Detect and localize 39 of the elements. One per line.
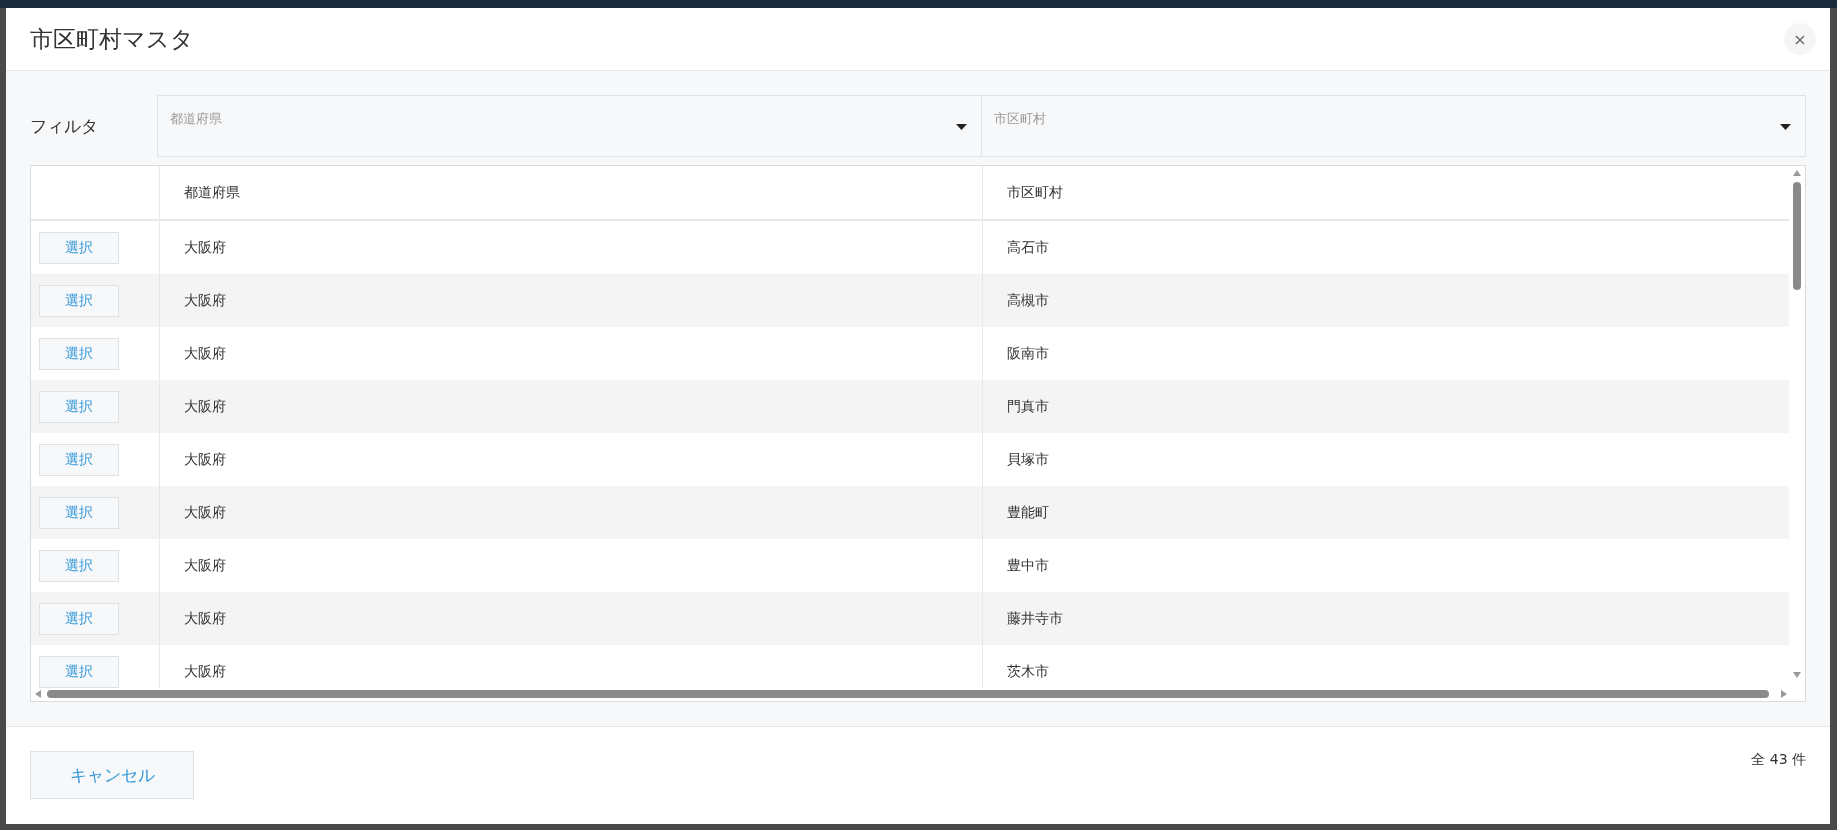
table-cell: 阪南市 bbox=[1007, 344, 1049, 363]
table-cell: 豊中市 bbox=[1007, 556, 1049, 575]
select-button[interactable]: 選択 bbox=[39, 496, 119, 529]
table-cell: 大阪府 bbox=[184, 450, 226, 469]
select-button[interactable]: 選択 bbox=[39, 602, 119, 635]
caret-icon bbox=[1780, 124, 1791, 130]
table-cell: 貝塚市 bbox=[1007, 450, 1049, 469]
cancel-button[interactable]: キャンセル bbox=[30, 751, 194, 799]
select-button[interactable]: 選択 bbox=[39, 549, 119, 582]
table-cell: 茨木市 bbox=[1007, 662, 1049, 681]
select-button[interactable]: 選択 bbox=[39, 337, 119, 370]
table-cell: 高槻市 bbox=[1007, 291, 1049, 310]
dialog-title: 市区町村マスタ bbox=[30, 24, 194, 54]
select-button[interactable]: 選択 bbox=[39, 443, 119, 476]
table-cell: 大阪府 bbox=[184, 556, 226, 575]
vertical-scrollbar[interactable] bbox=[1791, 168, 1803, 680]
dropdown-field[interactable]: 都道府県 bbox=[157, 95, 982, 157]
select-button[interactable]: 選択 bbox=[39, 655, 119, 688]
column-header: 市区町村 bbox=[1007, 183, 1063, 202]
table-cell: 大阪府 bbox=[184, 503, 226, 522]
table-cell: 大阪府 bbox=[184, 291, 226, 310]
table-cell: 門真市 bbox=[1007, 397, 1049, 416]
table-cell: 大阪府 bbox=[184, 662, 226, 681]
table-cell: 大阪府 bbox=[184, 609, 226, 628]
table-cell: 高石市 bbox=[1007, 238, 1049, 257]
close-button[interactable]: × bbox=[1784, 23, 1816, 55]
column-header: 都道府県 bbox=[184, 183, 240, 202]
dropdown-field[interactable]: 市区町村 bbox=[981, 95, 1806, 157]
table-cell: 大阪府 bbox=[184, 344, 226, 363]
record-count: 全 43 件 bbox=[1751, 751, 1806, 769]
caret-icon bbox=[956, 124, 967, 130]
table-cell: 大阪府 bbox=[184, 397, 226, 416]
filter-label: フィルタ bbox=[30, 114, 99, 138]
table-cell: 大阪府 bbox=[184, 238, 226, 257]
select-button[interactable]: 選択 bbox=[39, 390, 119, 423]
table-cell: 藤井寺市 bbox=[1007, 609, 1063, 628]
select-button[interactable]: 選択 bbox=[39, 231, 119, 264]
table-cell: 豊能町 bbox=[1007, 503, 1049, 522]
select-button[interactable]: 選択 bbox=[39, 284, 119, 317]
